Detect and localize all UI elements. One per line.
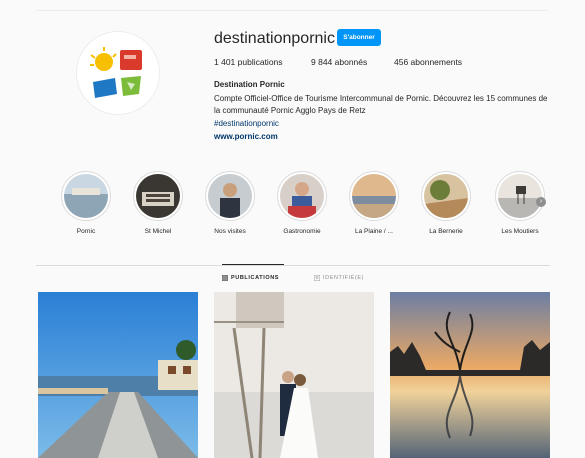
bio-name: Destination Pornic — [214, 80, 285, 89]
profile-username: destinationpornic — [214, 30, 335, 47]
highlight-label: La Bernerie — [429, 228, 463, 235]
follow-button[interactable]: S'abonner — [337, 29, 381, 46]
highlight-pornic[interactable]: Pornic — [56, 171, 116, 235]
highlight-label: Pornic — [76, 228, 96, 235]
bio-text: Compte Officiel-Office de Tourisme Inter… — [214, 94, 548, 115]
tab-label: PUBLICATIONS — [231, 275, 280, 281]
post-thumbnail[interactable] — [38, 292, 198, 458]
top-divider — [36, 10, 548, 11]
tab-publications[interactable]: PUBLICATIONS — [222, 275, 279, 281]
bio-website-link[interactable]: www.pornic.com — [214, 132, 278, 141]
highlight-label: St Michel — [144, 228, 172, 235]
highlight-label: La Plaine / ... — [355, 228, 393, 235]
highlight-gastronomie[interactable]: Gastronomie — [272, 171, 332, 235]
highlight-image — [208, 174, 252, 218]
highlight-image — [498, 174, 542, 218]
highlight-image — [136, 174, 180, 218]
post-thumbnail[interactable] — [214, 292, 374, 458]
stat-following[interactable]: 456 abonnements — [394, 57, 462, 67]
highlight-la-plaine[interactable]: La Plaine / ... — [344, 171, 404, 235]
tabs-divider — [36, 265, 550, 266]
post-thumbnail[interactable] — [390, 292, 550, 458]
highlight-la-bernerie[interactable]: La Bernerie — [416, 171, 476, 235]
stat-followers[interactable]: 9 844 abonnés — [311, 57, 367, 67]
highlight-image — [352, 174, 396, 218]
highlight-nos-visites[interactable]: Nos visites — [200, 171, 260, 235]
highlight-label: Gastronomie — [283, 228, 321, 235]
grid-icon — [222, 275, 228, 281]
stat-publications[interactable]: 1 401 publications — [214, 57, 283, 67]
bio-hashtag[interactable]: #destinationpornic — [214, 119, 279, 128]
highlight-label: Les Moutiers — [501, 228, 539, 235]
highlight-image — [64, 174, 108, 218]
profile-avatar[interactable] — [76, 31, 160, 115]
highlight-image — [280, 174, 324, 218]
tab-identifie[interactable]: IDENTIFIÉ(E) — [314, 275, 364, 281]
tab-label: IDENTIFIÉ(E) — [323, 275, 365, 281]
chevron-right-icon[interactable]: › — [536, 197, 546, 207]
tagged-icon — [314, 275, 320, 281]
highlight-label: Nos visites — [214, 228, 246, 235]
highlight-image — [424, 174, 468, 218]
highlight-st-michel[interactable]: St Michel — [128, 171, 188, 235]
tab-active-indicator — [222, 264, 284, 265]
